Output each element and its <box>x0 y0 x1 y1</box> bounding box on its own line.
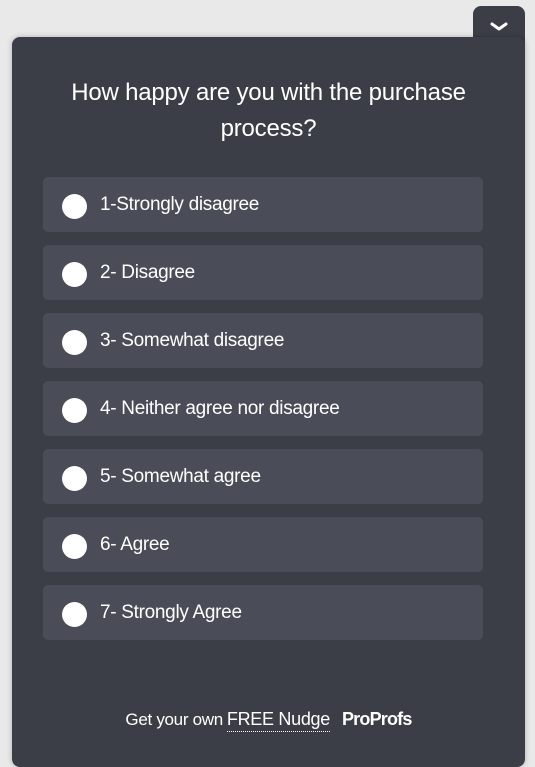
option-strongly-disagree[interactable]: 1-Strongly disagree <box>43 177 483 232</box>
option-strongly-agree[interactable]: 7- Strongly Agree <box>43 585 483 640</box>
survey-panel: How happy are you with the purchase proc… <box>12 37 525 767</box>
proprofs-logo[interactable]: ProProfs <box>342 709 412 730</box>
option-label: 2- Disagree <box>100 261 195 283</box>
option-label: 3- Somewhat disagree <box>100 329 285 351</box>
option-neither-agree-nor-disagree[interactable]: 4- Neither agree nor disagree <box>43 381 483 436</box>
option-agree[interactable]: 6- Agree <box>43 517 483 572</box>
option-label: 4- Neither agree nor disagree <box>100 397 340 419</box>
survey-question: How happy are you with the purchase proc… <box>71 79 466 142</box>
radio-button[interactable] <box>62 261 87 287</box>
radio-button[interactable] <box>62 601 87 627</box>
option-label: 1-Strongly disagree <box>100 193 260 215</box>
option-somewhat-agree[interactable]: 5- Somewhat agree <box>43 449 483 504</box>
footer-text: Get your own <box>125 710 223 729</box>
free-nudge-link[interactable]: FREE Nudge <box>226 709 330 732</box>
footer: Get your own FREE Nudge ProProfs <box>12 709 525 732</box>
chevron-down-icon <box>490 22 508 32</box>
answer-options: 1-Strongly disagree 2- Disagree 3- Somew… <box>43 177 483 653</box>
radio-button[interactable] <box>62 465 87 491</box>
radio-button[interactable] <box>62 533 87 559</box>
option-label: 6- Agree <box>100 533 170 555</box>
radio-button[interactable] <box>62 193 87 219</box>
option-somewhat-disagree[interactable]: 3- Somewhat disagree <box>43 313 483 368</box>
option-label: 7- Strongly Agree <box>100 601 242 623</box>
option-disagree[interactable]: 2- Disagree <box>43 245 483 300</box>
option-label: 5- Somewhat agree <box>100 465 261 487</box>
radio-button[interactable] <box>62 329 87 355</box>
radio-button[interactable] <box>62 397 87 423</box>
